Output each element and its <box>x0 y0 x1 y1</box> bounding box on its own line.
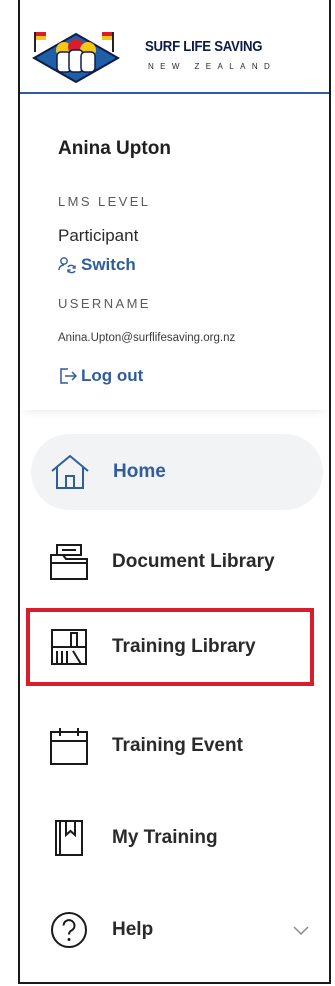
logout-icon <box>60 368 78 384</box>
lms-level-value: Participant <box>58 226 139 245</box>
calendar-icon <box>48 725 90 767</box>
user-name: Anina Upton <box>58 138 171 159</box>
nav-label-training-event: Training Event <box>112 735 243 756</box>
switch-label: Switch <box>81 255 136 274</box>
nav-label-training-library: Training Library <box>112 636 256 657</box>
logout-label: Log out <box>81 366 144 385</box>
user-profile-card: Anina Upton LMS LEVEL Participant Switch… <box>20 94 329 410</box>
home-icon <box>49 451 91 493</box>
nav-label-home: Home <box>113 461 166 482</box>
switch-user-icon <box>58 257 76 274</box>
lms-level-label: LMS LEVEL <box>58 194 151 209</box>
bookmark-book-icon <box>48 817 90 859</box>
nav-label-document-library: Document Library <box>112 551 275 572</box>
sidebar-panel: SURF LIFE SAVING NEW ZEALAND Anina Upton… <box>18 0 331 984</box>
nav-item-help[interactable]: Help <box>30 892 322 968</box>
nav-item-training-event[interactable]: Training Event <box>30 708 322 784</box>
brand-subtitle: NEW ZEALAND <box>148 62 277 71</box>
nav-item-home[interactable]: Home <box>31 434 323 510</box>
nav-item-my-training[interactable]: My Training <box>30 800 322 876</box>
nav-item-training-library[interactable]: Training Library <box>26 608 314 686</box>
nav-label-help: Help <box>112 919 154 940</box>
bookshelf-icon <box>48 626 90 668</box>
username-label: USERNAME <box>58 296 151 311</box>
nav-label-my-training: My Training <box>112 827 218 848</box>
switch-link[interactable]: Switch <box>58 255 136 275</box>
nav-item-document-library[interactable]: Document Library <box>30 524 322 600</box>
logo-header[interactable]: SURF LIFE SAVING NEW ZEALAND <box>20 0 329 94</box>
help-circle-icon <box>48 909 90 951</box>
logout-link[interactable]: Log out <box>58 366 143 386</box>
surf-life-saving-logo-icon <box>32 32 120 84</box>
brand-title: SURF LIFE SAVING <box>145 38 263 55</box>
chevron-down-icon[interactable] <box>292 921 310 939</box>
folder-icon <box>48 541 90 583</box>
username-value: Anina.Upton@surflifesaving.org.nz <box>58 332 236 344</box>
